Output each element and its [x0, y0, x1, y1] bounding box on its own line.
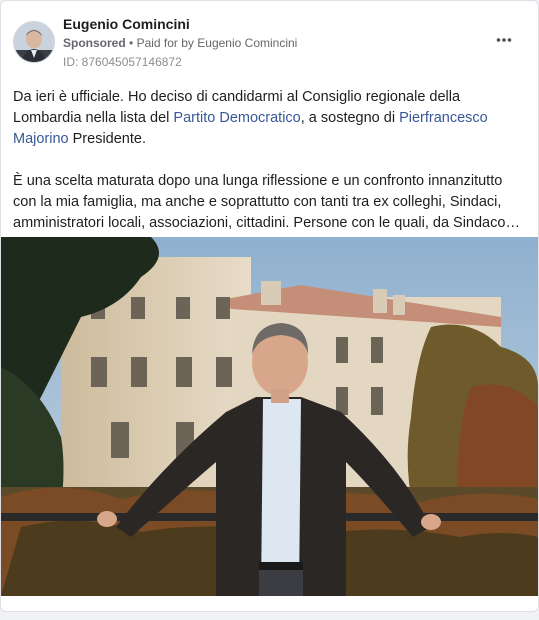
post-image[interactable] [1, 237, 538, 596]
ad-id: ID: 876045057146872 [63, 55, 182, 69]
paid-for-prefix: Paid for by [136, 36, 194, 50]
ad-post-card: Eugenio Comincini Sponsored • Paid for b… [0, 0, 539, 612]
more-horizontal-icon [496, 38, 512, 42]
paragraph-2: È una scelta maturata dopo una lunga rif… [13, 173, 520, 231]
sponsorship-line: Sponsored • Paid for by Eugenio Comincin… [63, 33, 297, 53]
separator-dot: • [129, 36, 134, 50]
post-header: Eugenio Comincini Sponsored • Paid for b… [13, 15, 526, 75]
candidate-photo [1, 237, 538, 596]
paid-for-name[interactable]: Eugenio Comincini [197, 36, 297, 50]
avatar-photo [14, 22, 54, 62]
author-name[interactable]: Eugenio Comincini [63, 15, 297, 33]
post-meta: Eugenio Comincini Sponsored • Paid for b… [63, 15, 297, 71]
post-text: Da ieri è ufficiale. Ho deciso di candid… [13, 87, 524, 255]
more-options-button[interactable] [492, 29, 516, 53]
link-partito-democratico[interactable]: Partito Democratico [173, 110, 300, 126]
paragraph-1: Da ieri è ufficiale. Ho deciso di candid… [13, 89, 488, 147]
sponsored-label: Sponsored [63, 36, 126, 50]
author-avatar[interactable] [13, 21, 55, 63]
